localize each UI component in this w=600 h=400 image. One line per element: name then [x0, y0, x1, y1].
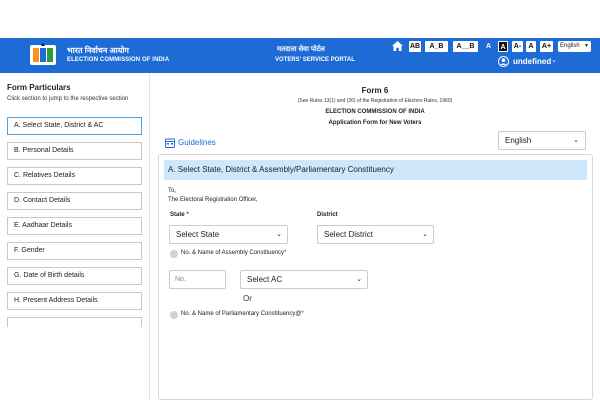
- sidebar-item-aadhaar-details[interactable]: E. Aadhaar Details: [7, 217, 142, 235]
- portal-english-name: VOTERS' SERVICE PORTAL: [275, 57, 355, 63]
- sidebar-title: Form Particulars: [7, 83, 71, 92]
- sidebar-item-next[interactable]: [7, 317, 142, 327]
- font-reset-button[interactable]: A: [526, 41, 536, 52]
- user-icon[interactable]: [498, 56, 509, 67]
- district-select-value: Select District: [324, 230, 373, 239]
- parliamentary-constituency-radio[interactable]: [170, 311, 178, 319]
- sidebar-item-contact-details[interactable]: D. Contact Details: [7, 192, 142, 210]
- font-dark-button[interactable]: A: [498, 41, 508, 52]
- eci-english-name: ELECTION COMMISSION OF INDIA: [67, 57, 170, 63]
- form-language-select[interactable]: English ⌄: [498, 131, 586, 150]
- contrast-a-b-button[interactable]: A_B: [425, 41, 448, 52]
- to-text: To,: [168, 188, 177, 194]
- ac-number-input[interactable]: No.: [169, 270, 226, 289]
- sidebar-item-relatives-details[interactable]: C. Relatives Details: [7, 167, 142, 185]
- state-select-value: Select State: [176, 230, 220, 239]
- contrast-a--b-button[interactable]: A__B: [453, 41, 478, 52]
- font-increase-button[interactable]: A+: [540, 41, 553, 52]
- header-language-value: English: [560, 43, 580, 49]
- state-label: State *: [170, 212, 189, 218]
- guidelines-link[interactable]: Guidelines: [178, 138, 216, 147]
- form-subtitle: Application Form for New Voters: [328, 120, 422, 126]
- district-select[interactable]: Select District ⌄: [317, 225, 434, 244]
- portal-hindi-name: मतदाता सेवा पोर्टल: [277, 46, 325, 53]
- user-menu-chevron-icon[interactable]: ⌄: [551, 56, 557, 64]
- sidebar-item-present-address[interactable]: H. Present Address Details: [7, 292, 142, 310]
- section-a-heading[interactable]: A. Select State, District & Assembly/Par…: [164, 160, 587, 180]
- font-normal-button[interactable]: A: [484, 41, 493, 52]
- chevron-down-icon: ⌄: [573, 137, 579, 144]
- assembly-constituency-label[interactable]: No. & Name of Assembly Constituency*: [181, 250, 286, 256]
- home-icon[interactable]: [391, 40, 404, 52]
- sidebar-item-select-state[interactable]: A. Select State, District & AC: [7, 117, 142, 135]
- or-separator: Or: [243, 294, 252, 303]
- district-label: District: [317, 212, 338, 218]
- guidelines-icon[interactable]: [165, 138, 175, 148]
- state-select[interactable]: Select State ⌄: [169, 225, 288, 244]
- sidebar-subtitle: Click section to jump to the respective …: [7, 96, 129, 102]
- form-title: Form 6: [361, 86, 389, 95]
- form-rules: (See Rules 13(1) and (26) of the Registr…: [297, 98, 453, 104]
- eci-logo-icon[interactable]: [28, 42, 58, 68]
- chevron-down-icon: ⌄: [276, 231, 282, 238]
- contrast-ab-button[interactable]: AB: [409, 41, 421, 52]
- form-commission: ELECTION COMMISSION OF INDIA: [325, 109, 425, 115]
- sidebar-item-date-of-birth[interactable]: G. Date of Birth details: [7, 267, 142, 285]
- user-name[interactable]: undefined: [513, 57, 551, 66]
- eci-hindi-name: भारत निर्वाचन आयोग: [67, 46, 129, 55]
- ac-select-value: Select AC: [247, 275, 283, 284]
- header-language-select[interactable]: English ▼: [558, 41, 591, 52]
- sidebar-item-personal-details[interactable]: B. Personal Details: [7, 142, 142, 160]
- top-header: भारत निर्वाचन आयोग ELECTION COMMISSION O…: [0, 38, 600, 73]
- chevron-down-icon: ⌄: [422, 231, 428, 238]
- form-language-value: English: [505, 136, 532, 145]
- sidebar-item-gender[interactable]: F. Gender: [7, 242, 142, 260]
- parliamentary-constituency-label[interactable]: No. & Name of Parliamentary Constituency…: [181, 311, 304, 317]
- chevron-down-icon: ⌄: [356, 276, 362, 283]
- chevron-down-icon: ▼: [584, 43, 589, 49]
- ac-select[interactable]: Select AC ⌄: [240, 270, 368, 289]
- font-decrease-button[interactable]: A-: [512, 41, 523, 52]
- assembly-constituency-radio[interactable]: [170, 250, 178, 258]
- officer-text: The Electoral Registration Officer,: [168, 197, 258, 203]
